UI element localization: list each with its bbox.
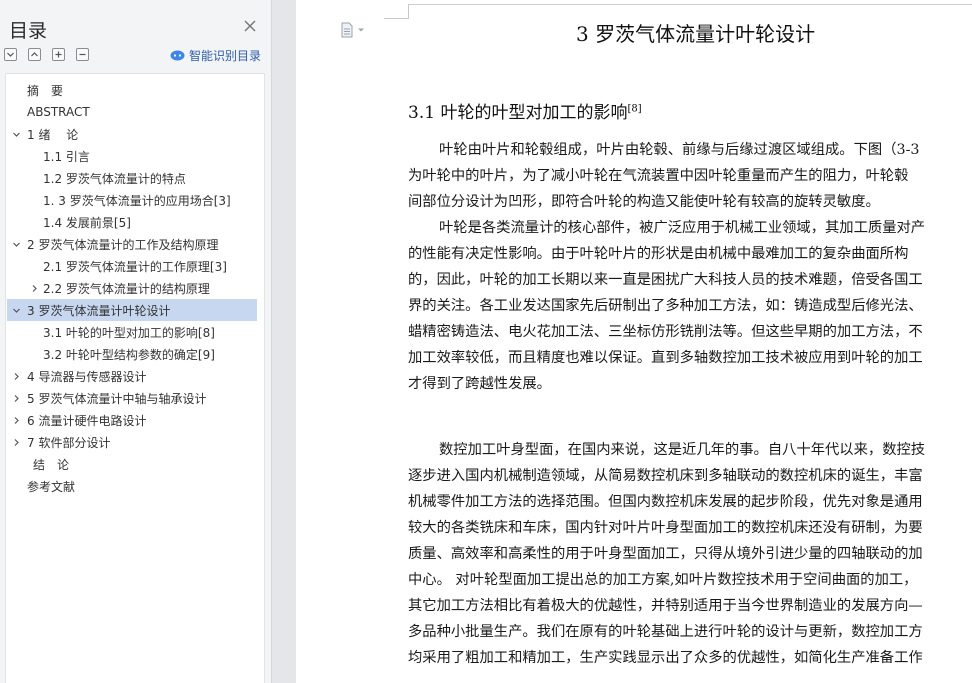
paragraph-line: 逐步进入国内机械制造领域，从简易数控机床到多轴联动的数控机床的诞生，丰富 — [408, 468, 923, 484]
minus-icon — [79, 53, 86, 56]
toc-item-label: 2 罗茨气体流量计的工作及结构原理 — [27, 237, 219, 252]
toc-item-label: 5 罗茨气体流量计中轴与轴承设计 — [27, 391, 207, 406]
toc-item[interactable]: 2.1 罗茨气体流量计的工作原理[3] — [7, 255, 257, 277]
toc-item-label: 2.1 罗茨气体流量计的工作原理[3] — [43, 259, 227, 274]
toc-item[interactable]: 3.1 叶轮的叶型对加工的影响[8] — [7, 321, 257, 343]
citation-ref: [8] — [627, 103, 642, 115]
toc-item-label: 1 绪 论 — [27, 127, 79, 142]
paragraph-line: 较大的各类铣床和车床，国内针对叶片叶身型面加工的数控机床还没有研制，为要 — [408, 520, 923, 536]
chevron-down-icon[interactable] — [11, 129, 21, 139]
paragraph-line: 机械零件加工方法的选择范围。但国内数控机床发展的起步阶段，优先对象是通用 — [408, 494, 923, 510]
smart-toc-button[interactable]: 智能识别目录 — [170, 47, 261, 63]
ai-cloud-icon — [170, 50, 185, 61]
section-heading-text: 3.1 叶轮的叶型对加工的影响 — [408, 103, 628, 123]
close-icon — [244, 20, 256, 32]
toc-item-label: 4 导流器与传感器设计 — [27, 369, 147, 384]
paragraph-line: 为叶轮中的叶片，为了减小叶轮在气流装置中因叶轮重量而产生的阻力，叶轮毂 — [408, 168, 909, 184]
toc-item[interactable]: 结 论 — [7, 453, 257, 475]
chevron-down-icon[interactable] — [11, 305, 21, 315]
paragraph-line: 才得到了跨越性发展。 — [408, 376, 551, 392]
toc-item-label: 3.2 叶轮叶型结构参数的确定[9] — [43, 347, 215, 362]
paragraph-line: 其它加工方法相比有着极大的优越性，并特别适用于当今世界制造业的发展方向— — [408, 598, 923, 614]
toc-item[interactable]: 4 导流器与传感器设计 — [7, 365, 257, 387]
toc-item-label: 7 软件部分设计 — [27, 435, 111, 450]
paragraph-line: 加工效率较低，而且精度也难以保证。直到多轴数控加工技术被应用到叶轮的加工 — [408, 350, 923, 366]
section-heading: 3.1 叶轮的叶型对加工的影响[8] — [408, 98, 642, 123]
paragraph-line: 叶轮是各类流量计的核心部件，被广泛应用于机械工业领域，其加工质量对产 — [439, 220, 926, 236]
page-edge — [408, 4, 972, 5]
paragraph-line: 界的关注。各工业发达国家先后研制出了多种加工方法，如：铸造成型后修光法、 — [408, 298, 923, 314]
caret-down-icon — [358, 28, 364, 32]
toc-item[interactable]: 1.2 罗茨气体流量计的特点 — [7, 167, 257, 189]
toc-item-label: 3 罗茨气体流量计叶轮设计 — [27, 303, 171, 318]
toc-item-label: 1. 3 罗茨气体流量计的应用场合[3] — [43, 193, 231, 208]
add-heading-button[interactable] — [52, 48, 65, 61]
toc-item[interactable]: 2 罗茨气体流量计的工作及结构原理 — [7, 233, 257, 255]
paragraph-line: 数控加工叶身型面，在国内来说，这是近几年的事。自八十年代以来，数控技 — [439, 442, 926, 458]
chevron-down-icon — [7, 52, 14, 57]
toc-item-label: 1.4 发展前景[5] — [43, 215, 131, 230]
paragraph-line: 叶轮由叶片和轮毂组成，叶片由轮毂、前缘与后缘过渡区域组成。下图（3-3 — [439, 142, 920, 158]
toc-item-label: ABSTRACT — [27, 105, 90, 119]
paragraph-line: 均采用了粗加工和精加工，生产实践显示出了众多的优越性，如简化生产准备工作 — [408, 650, 923, 666]
toc-item[interactable]: 1.4 发展前景[5] — [7, 211, 257, 233]
collapse-all-button[interactable] — [28, 48, 41, 61]
toc-item-label: 6 流量计硬件电路设计 — [27, 413, 147, 428]
toc-item[interactable]: 7 软件部分设计 — [7, 431, 257, 453]
toc-item[interactable]: ABSTRACT — [7, 101, 257, 123]
remove-heading-button[interactable] — [76, 48, 89, 61]
expand-all-button[interactable] — [4, 48, 17, 61]
chevron-right-icon[interactable] — [11, 437, 21, 447]
paragraph-line: 质量、高效率和高柔性的用于叶身型面加工，只得从境外引进少量的四轴联动的加 — [408, 546, 923, 562]
toc-item[interactable]: 3.2 叶轮叶型结构参数的确定[9] — [7, 343, 257, 365]
chevron-right-icon[interactable] — [11, 415, 21, 425]
smart-toc-label: 智能识别目录 — [189, 48, 262, 63]
chevron-right-icon[interactable] — [11, 371, 21, 381]
toc-item[interactable]: 5 罗茨气体流量计中轴与轴承设计 — [7, 387, 257, 409]
toc-item[interactable]: 参考文献 — [7, 475, 257, 497]
chevron-right-icon[interactable] — [29, 283, 39, 293]
paragraph-line: 的性能有决定性影响。由于叶轮叶片的形状是由机械中最难加工的复杂曲面所构 — [408, 246, 909, 262]
toc-item-label: 1.2 罗茨气体流量计的特点 — [43, 171, 186, 186]
paragraph-line: 间部位分设计为凹形，即符合叶轮的构造又能使叶轮有较高的旋转灵敏度。 — [408, 194, 880, 210]
document-view: 3 罗茨气体流量计叶轮设计 3.1 叶轮的叶型对加工的影响[8] 叶轮由叶片和轮… — [296, 0, 972, 683]
paragraph-line: 中心。 对叶轮型面加工提出总的加工方案,如叶片数控技术用于空间曲面的加工， — [408, 572, 918, 588]
chevron-right-icon[interactable] — [11, 393, 21, 403]
sidebar-splitter[interactable] — [272, 0, 296, 683]
page-margin-marker — [384, 4, 409, 19]
plus-icon — [55, 51, 62, 58]
paragraph-line: 多品种小批量生产。我们在原有的叶轮基础上进行叶轮的设计与更新，数控加工方 — [408, 624, 923, 640]
toc-item-label: 1.1 引言 — [43, 149, 90, 164]
toc-item-label: 结 论 — [33, 457, 70, 472]
toc-item-label: 3.1 叶轮的叶型对加工的影响[8] — [43, 325, 215, 340]
paragraph-line: 的，因此，叶轮的加工长期以来一直是困扰广大科技人员的技术难题，倍受各国工 — [408, 272, 923, 288]
toc-item[interactable]: 1 绪 论 — [7, 123, 257, 145]
chevron-up-icon — [31, 52, 38, 57]
toc-sidebar: 目录 智能识别目录 摘 要 ABSTRACT 1 绪 论 1.1 引言 1.2 罗茨气体… — [0, 0, 272, 683]
chapter-heading: 3 罗茨气体流量计叶轮设计 — [576, 22, 816, 46]
document-icon — [341, 22, 353, 38]
close-sidebar-button[interactable] — [243, 18, 257, 32]
document-menu-button[interactable] — [340, 22, 365, 38]
toc-item[interactable]: 1.1 引言 — [7, 145, 257, 167]
toc-item-label: 2.2 罗茨气体流量计的结构原理 — [43, 281, 210, 296]
toc-item[interactable]: 2.2 罗茨气体流量计的结构原理 — [7, 277, 257, 299]
toc-item[interactable]: 6 流量计硬件电路设计 — [7, 409, 257, 431]
toc-item-label: 参考文献 — [27, 479, 76, 494]
toc-item[interactable]: 1. 3 罗茨气体流量计的应用场合[3] — [7, 189, 257, 211]
toc-item-label: 摘 要 — [27, 83, 64, 98]
chevron-down-icon[interactable] — [11, 239, 21, 249]
toc-list: 摘 要 ABSTRACT 1 绪 论 1.1 引言 1.2 罗茨气体流量计的特点 1. 3… — [5, 73, 265, 683]
paragraph-line: 蜡精密铸造法、电火花加工法、三坐标仿形铣削法等。但这些早期的加工方法，不 — [408, 324, 923, 340]
toc-item[interactable]: 摘 要 — [7, 79, 257, 101]
sidebar-title: 目录 — [9, 20, 48, 42]
toc-item[interactable]: 3 罗茨气体流量计叶轮设计 — [7, 299, 257, 321]
